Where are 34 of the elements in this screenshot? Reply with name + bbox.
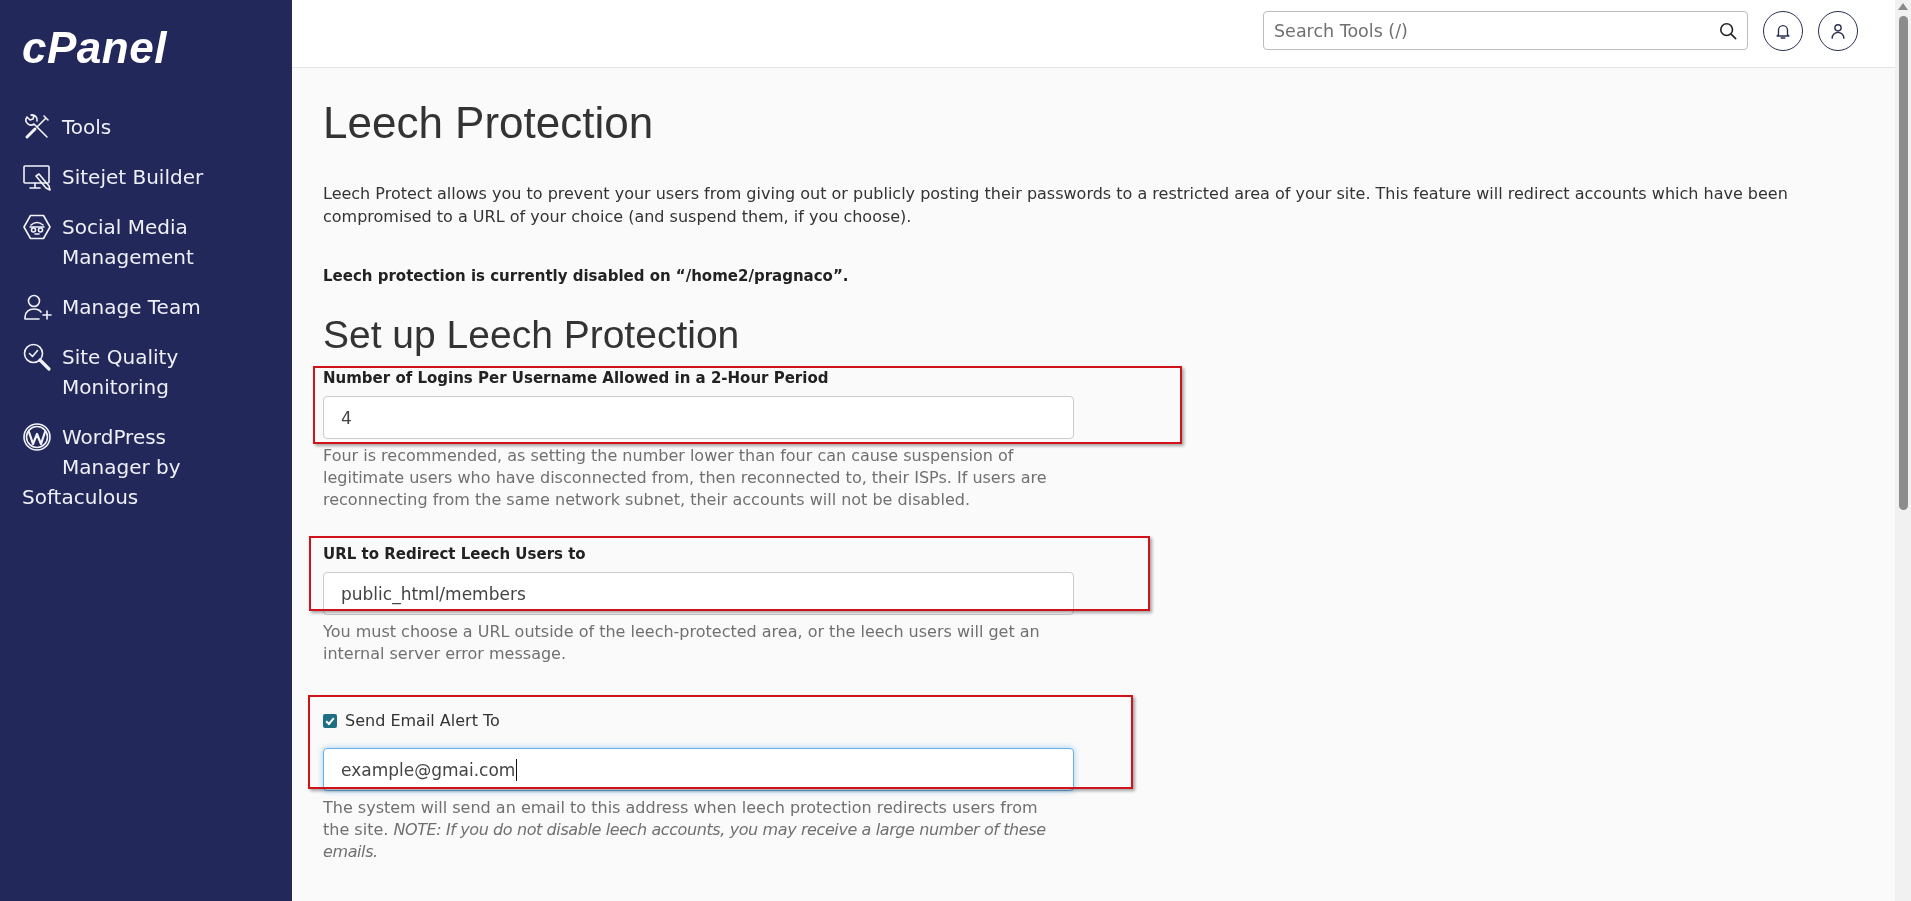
- help-text: You must choose a URL outside of the leech-protected area, or the leech users will get an internal server error message.: [323, 621, 1041, 665]
- field-label: URL to Redirect Leech Users to: [323, 544, 586, 565]
- monitor-pencil-icon: [22, 162, 52, 192]
- text-field[interactable]: 4: [323, 396, 1074, 439]
- sidebar-item[interactable]: Sitejet Builder: [0, 152, 292, 202]
- section-heading: Set up Leech Protection: [323, 312, 740, 358]
- text-cursor: [516, 758, 518, 781]
- status-message: Leech protection is currently disabled on “/home2/pragnaco”.: [323, 266, 849, 287]
- magnifier-check-icon: [22, 342, 52, 372]
- text-field[interactable]: public_html/members: [323, 572, 1074, 615]
- sidebar-item[interactable]: Tools: [0, 102, 292, 152]
- text-field[interactable]: example@gmai.com: [323, 748, 1074, 791]
- checkbox-label[interactable]: Send Email Alert To: [345, 710, 500, 732]
- user-icon: [1829, 21, 1847, 40]
- sidebar-item[interactable]: Social Media Management: [0, 202, 292, 282]
- hexagon-icon: [22, 212, 52, 242]
- user-plus-icon: [22, 292, 52, 322]
- search-icon[interactable]: [1719, 22, 1737, 40]
- checkbox[interactable]: [323, 714, 337, 728]
- help-text: Four is recommended, as setting the number lower than four can cause suspension of legitimate users who have disconnected from, then reconnected to, their ISPs. If users are reconnecting from the same network subnet, their accounts will not be disabled.: [323, 445, 1048, 511]
- brand-logo[interactable]: cPanel: [0, 0, 167, 68]
- help-text: The system will send an email to this address when leech protection redirects users from the site. NOTE: If you do not disable leech accounts, you may receive a large number of these emails.: [323, 797, 1047, 863]
- notifications-button[interactable]: [1763, 10, 1803, 51]
- scrollbar-thumb[interactable]: [1898, 16, 1908, 510]
- sidebar-item[interactable]: Site Quality Monitoring: [0, 332, 292, 412]
- user-button[interactable]: [1818, 10, 1858, 51]
- circle-logo-icon: [22, 422, 52, 452]
- intro-text: Leech Protect allows you to prevent your users from giving out or publicly posting their passwords to a restricted area of your site. This feature will redirect accounts which have been compromised to a URL of your choice (and suspend them, if you choose).: [323, 183, 1789, 228]
- search-field[interactable]: Search Tools (/): [1263, 11, 1748, 50]
- sidebar-item[interactable]: Manage Team: [0, 282, 292, 332]
- sidebar-item[interactable]: WordPress Manager by Softaculous: [0, 412, 292, 522]
- scroll-up-icon[interactable]: [1898, 3, 1908, 10]
- field-label: Number of Logins Per Username Allowed in a 2-Hour Period: [323, 368, 829, 389]
- page-title: Leech Protection: [323, 97, 654, 149]
